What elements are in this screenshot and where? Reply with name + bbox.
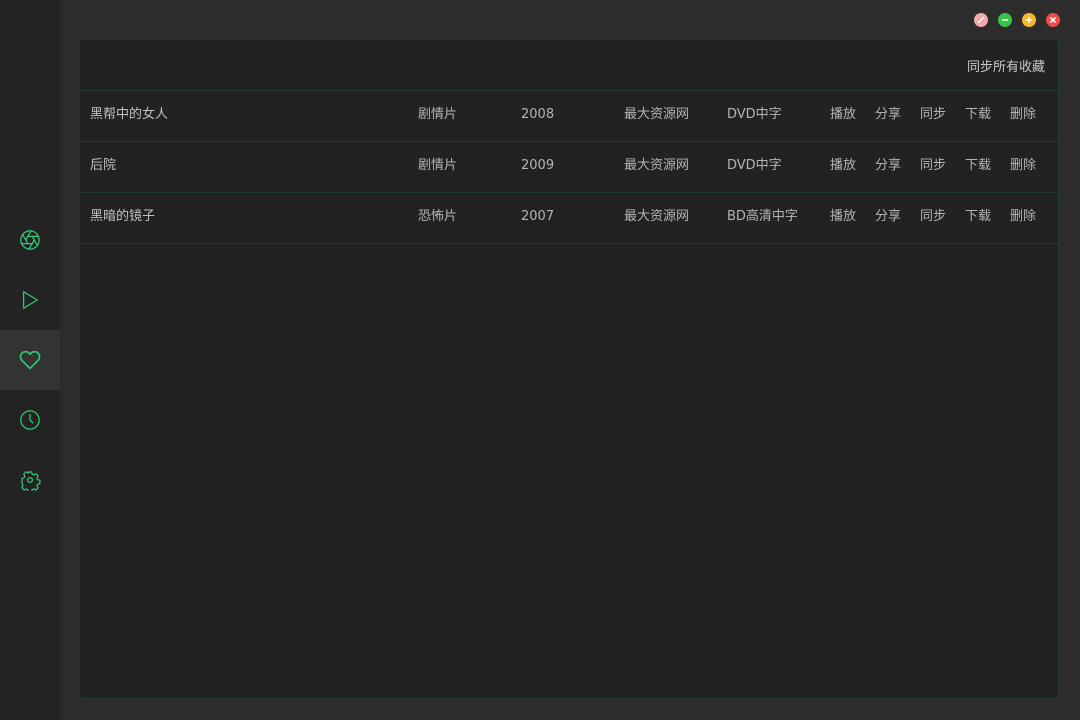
play-button[interactable]: 播放 — [830, 209, 856, 225]
plus-icon — [1025, 16, 1033, 24]
sidebar — [0, 0, 60, 720]
row-year: 2009 — [521, 158, 555, 173]
sync-button[interactable]: 同步 — [920, 209, 946, 225]
sidebar-item-settings[interactable] — [0, 450, 60, 510]
play-button[interactable]: 播放 — [830, 107, 856, 123]
row-source: 最大资源网 — [624, 158, 690, 173]
window-controls — [974, 13, 1060, 27]
row-source: 最大资源网 — [624, 107, 690, 122]
sidebar-item-favorites[interactable] — [0, 330, 60, 390]
aperture-icon — [19, 229, 41, 251]
table-row: 黑帮中的女人 剧情片 2008 最大资源网 DVD中字 播放 分享 同步 下载 … — [80, 91, 1058, 142]
row-genre: 剧情片 — [418, 107, 458, 122]
share-button[interactable]: 分享 — [875, 209, 901, 225]
table-row: 后院 剧情片 2009 最大资源网 DVD中字 播放 分享 同步 下载 删除 — [80, 142, 1058, 193]
diagonal-arrow-icon — [977, 16, 985, 24]
row-genre: 剧情片 — [418, 158, 458, 173]
row-genre: 恐怖片 — [418, 209, 458, 224]
app-window: 同步所有收藏 黑帮中的女人 剧情片 2008 最大资源网 DVD中字 播放 分享… — [0, 0, 1080, 720]
sync-all-button[interactable]: 同步所有收藏 — [967, 56, 1045, 75]
row-title: 后院 — [90, 158, 117, 173]
minimize-button[interactable] — [998, 13, 1012, 27]
sidebar-item-play[interactable] — [0, 270, 60, 330]
download-button[interactable]: 下载 — [965, 158, 991, 174]
favorites-panel: 同步所有收藏 黑帮中的女人 剧情片 2008 最大资源网 DVD中字 播放 分享… — [79, 39, 1059, 699]
close-icon — [1049, 16, 1057, 24]
sync-button[interactable]: 同步 — [920, 107, 946, 123]
gear-icon — [19, 469, 41, 491]
play-button[interactable]: 播放 — [830, 158, 856, 174]
row-quality: BD高清中字 — [727, 209, 798, 224]
row-year: 2007 — [521, 209, 555, 224]
delete-button[interactable]: 删除 — [1010, 158, 1036, 174]
row-quality: DVD中字 — [727, 107, 782, 122]
favorites-header: 同步所有收藏 — [80, 40, 1058, 91]
row-source: 最大资源网 — [624, 209, 690, 224]
heart-icon — [19, 349, 41, 371]
maximize-button[interactable] — [1022, 13, 1036, 27]
clock-icon — [19, 409, 41, 431]
minus-icon — [1001, 16, 1009, 24]
reset-button[interactable] — [974, 13, 988, 27]
sync-button[interactable]: 同步 — [920, 158, 946, 174]
share-button[interactable]: 分享 — [875, 158, 901, 174]
row-quality: DVD中字 — [727, 158, 782, 173]
download-button[interactable]: 下载 — [965, 107, 991, 123]
play-icon — [19, 289, 41, 311]
download-button[interactable]: 下载 — [965, 209, 991, 225]
table-row: 黑暗的镜子 恐怖片 2007 最大资源网 BD高清中字 播放 分享 同步 下载 … — [80, 193, 1058, 244]
delete-button[interactable]: 删除 — [1010, 209, 1036, 225]
delete-button[interactable]: 删除 — [1010, 107, 1036, 123]
row-year: 2008 — [521, 107, 555, 122]
share-button[interactable]: 分享 — [875, 107, 901, 123]
close-button[interactable] — [1046, 13, 1060, 27]
row-title: 黑帮中的女人 — [90, 107, 169, 122]
sidebar-item-film[interactable] — [0, 210, 60, 270]
sidebar-item-history[interactable] — [0, 390, 60, 450]
row-title: 黑暗的镜子 — [90, 209, 156, 224]
